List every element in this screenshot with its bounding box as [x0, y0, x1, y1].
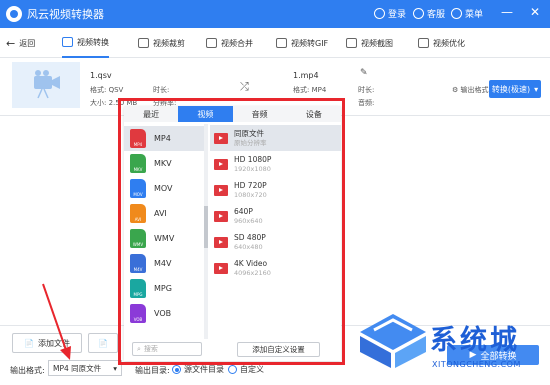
target-audio: 音频: [358, 99, 375, 107]
menu-icon [451, 8, 462, 19]
tab-icon [138, 38, 149, 48]
output-format-select[interactable]: MP4 同原文件 ▾ [48, 360, 122, 376]
headset-icon [413, 8, 424, 19]
tab-icon [206, 38, 217, 48]
dir-custom-label: 自定义 [240, 365, 264, 374]
service-label: 客服 [427, 10, 446, 20]
app-title: 风云视频转换器 [27, 8, 104, 21]
watermark-url: XITONGCHENG.COM [432, 360, 521, 369]
tab-label: 视频裁剪 [153, 38, 185, 48]
add-folder-button[interactable]: 📄 [88, 333, 118, 353]
output-format-btn-label: 输出格式 [460, 86, 489, 94]
tab-label: 视频优化 [433, 38, 465, 48]
tab-label: 视频截图 [361, 38, 393, 48]
target-duration: 时长: [358, 86, 375, 94]
login-button[interactable]: 登录 [374, 7, 406, 20]
minimize-button[interactable]: — [500, 5, 514, 19]
watermark-logo-icon [360, 314, 426, 368]
source-format: 格式: QSV [90, 86, 124, 94]
convert-button[interactable]: 转换(极速) ▾ [489, 80, 541, 98]
close-button[interactable]: ✕ [528, 5, 542, 19]
tab-2[interactable]: 视频合并 [206, 28, 253, 58]
add-file-icon: 📄 [24, 338, 34, 348]
customer-service-button[interactable]: 客服 [413, 7, 445, 20]
back-button[interactable]: ← 返回 [6, 28, 35, 58]
convert-label: 转换(极速) [491, 84, 531, 94]
dir-option-custom[interactable]: 自定义 [228, 364, 264, 375]
radio-selected-icon [172, 365, 181, 374]
chevron-down-icon: ▾ [113, 363, 117, 373]
tab-icon [346, 38, 357, 48]
login-label: 登录 [388, 10, 407, 20]
tab-4[interactable]: 视频截图 [346, 28, 393, 58]
tab-icon [276, 38, 287, 48]
dir-option-source[interactable]: 源文件目录 [172, 364, 224, 375]
tab-1[interactable]: 视频裁剪 [138, 28, 185, 58]
annotation-red-box [118, 98, 345, 365]
output-dir-label: 输出目录: [135, 366, 170, 375]
output-format-value: MP4 同原文件 [53, 363, 102, 373]
watermark-text: 系统城 [430, 325, 520, 356]
source-duration: 时长: [153, 86, 170, 94]
tab-icon [418, 38, 429, 48]
output-format-label: 输出格式: [10, 366, 45, 375]
tab-label: 视频合并 [221, 38, 253, 48]
tab-icon [62, 37, 73, 47]
menu-button[interactable]: 菜单 [451, 7, 483, 20]
video-camera-icon [34, 70, 60, 99]
tab-5[interactable]: 视频优化 [418, 28, 465, 58]
tab-3[interactable]: 视频转GIF [276, 28, 328, 58]
shuffle-icon: ⤮ [240, 80, 249, 93]
dir-source-label: 源文件目录 [184, 365, 224, 374]
source-file-name: 1.qsv [90, 71, 112, 80]
video-thumbnail [12, 62, 80, 108]
output-format-button[interactable]: ⚙ 输出格式 [452, 85, 489, 95]
target-format: 格式: MP4 [293, 86, 327, 94]
app-logo-icon [6, 6, 22, 22]
tab-0[interactable]: 视频转换 [62, 28, 109, 58]
folder-icon: 📄 [98, 338, 108, 348]
back-arrow-icon: ← [6, 36, 16, 50]
tab-label: 视频转换 [77, 37, 109, 47]
radio-icon [228, 365, 237, 374]
user-icon [374, 8, 385, 19]
chevron-down-icon: ▾ [534, 84, 539, 94]
menu-label: 菜单 [465, 10, 484, 20]
add-file-button[interactable]: 📄 添加文件 [12, 333, 82, 353]
back-label: 返回 [19, 38, 36, 48]
target-file-name: 1.mp4 [293, 71, 319, 80]
edit-icon[interactable]: ✎ [360, 68, 368, 78]
settings-icon: ⚙ [452, 86, 459, 94]
add-file-label: 添加文件 [37, 338, 70, 348]
tab-label: 视频转GIF [291, 38, 329, 48]
